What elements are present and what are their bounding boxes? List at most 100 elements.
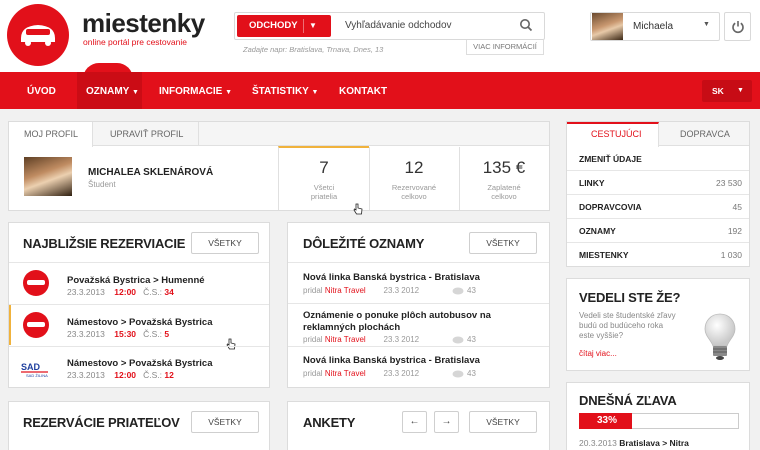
reservation-route: Považská Bystrica > Humenné	[67, 275, 205, 286]
announcement-title-line-2[interactable]: reklamných plochách	[303, 322, 400, 334]
sidebar-row-value: 192	[727, 226, 742, 236]
announcement-author[interactable]: Nitra Travel	[325, 369, 366, 378]
logo-bus-icon[interactable]	[7, 4, 69, 66]
announcement-title-line-1[interactable]: Oznámenie o ponuke plôch autobusov na	[303, 310, 491, 322]
chevron-down-icon: ▼	[311, 89, 319, 96]
sidebar-row-value: 1 030	[720, 250, 742, 260]
reservation-meta: 23.3.2013 12:00 Č.S.: 12	[67, 370, 174, 380]
sidebar-row-label: DOPRAVCOVIA	[579, 202, 642, 212]
bus-icon	[21, 25, 55, 46]
nav-item-label: INFORMACIE	[159, 86, 223, 97]
discount-info[interactable]: 20.3.2013 Bratislava > Nitra	[579, 438, 689, 448]
friends-reservations-all-button[interactable]: VŠETKY	[191, 411, 259, 433]
reservation-route: Námestovo > Považská Bystrica	[67, 358, 213, 369]
comment-icon	[452, 287, 464, 295]
read-more-link[interactable]: čítaj viac...	[579, 349, 617, 358]
seat-label: Č.S.:	[143, 287, 163, 297]
brand-tagline: online portál pre cestovanie	[83, 37, 187, 47]
did-you-know-title: VEDELI STE ŽE?	[579, 290, 681, 305]
announcement-date: 23.3 2012	[383, 369, 420, 378]
announcement-title[interactable]: Nová linka Banská bystrica - Bratislava	[303, 355, 480, 367]
carrier-logo	[23, 312, 49, 338]
list-item[interactable]	[288, 347, 549, 387]
reservation-seat: 34	[164, 287, 174, 297]
did-you-know-text: Vedeli ste študentské zľavy budú od budú…	[579, 311, 676, 341]
profile-photo[interactable]	[24, 157, 72, 196]
active-row-marker	[9, 305, 11, 345]
announcement-date: 23.3 2012	[383, 335, 420, 344]
polls-all-button[interactable]: VŠETKY	[469, 411, 537, 433]
stat-paid-value: 135 €	[482, 158, 526, 177]
tab-my-profile-label: MOJ PROFIL	[24, 129, 79, 139]
tab-edit-profile-label: UPRAVIŤ PROFIL	[110, 129, 184, 139]
sidebar-row-label: MIESTENKY	[579, 250, 629, 260]
reservation-date: 23.3.2013	[67, 329, 105, 339]
sidebar-row-label: LINKY	[579, 178, 605, 188]
announcement-author[interactable]: Nitra Travel	[325, 335, 366, 344]
chevron-down-icon[interactable]: ▼	[703, 21, 710, 28]
chevron-down-icon: ▼	[131, 89, 139, 96]
stat-reserved-value: 12	[404, 158, 424, 177]
search-icon[interactable]	[519, 18, 533, 32]
nav-item-label: ŠTATISTIKY	[252, 86, 309, 97]
tab-passenger-label: CESTUJÚCI	[591, 129, 642, 139]
discount-date: 20.3.2013	[579, 438, 617, 448]
user-name[interactable]: Michaela	[633, 21, 673, 32]
reservation-date: 23.3.2013	[67, 370, 105, 380]
comment-icon	[452, 370, 464, 378]
stat-reserved-label-2: celkovo	[401, 192, 427, 201]
hand-cursor-icon	[353, 203, 363, 215]
announcement-meta: pridal Nitra Travel 23.3 2012	[303, 335, 419, 344]
language-select[interactable]: SK ▼	[702, 80, 752, 102]
nav-item-uvod[interactable]: ÚVOD	[27, 86, 56, 97]
svg-text:SAD: SAD	[21, 362, 41, 372]
stat-friends-label-1: Všetci	[313, 183, 335, 192]
polls-prev-button[interactable]: ←	[402, 411, 427, 433]
polls-next-button[interactable]: →	[434, 411, 459, 433]
announcement-meta: pridal Nitra Travel 23.3 2012	[303, 286, 419, 295]
comment-count: 43	[467, 369, 476, 378]
logout-button[interactable]	[724, 12, 751, 41]
stat-paid-label-1: Zaplatené	[487, 183, 521, 192]
tab-carrier-label: DOPRAVCA	[680, 129, 730, 139]
sidebar-row-value: 23 530	[716, 178, 742, 188]
reservation-route: Námestovo > Považská Bystrica	[67, 317, 213, 328]
added-by-label: pridal	[303, 369, 323, 378]
nav-item-statistiky[interactable]: ŠTATISTIKY ▼	[252, 86, 318, 97]
announcement-author[interactable]: Nitra Travel	[325, 286, 366, 295]
reservation-time: 15:30	[114, 329, 137, 339]
select-divider	[303, 19, 304, 33]
more-info-button[interactable]: VIAC INFORMÁCIÍ	[466, 40, 544, 55]
comment-icon	[452, 336, 464, 344]
did-you-know-line: Vedeli ste študentské zľavy	[579, 311, 676, 320]
stat-paid-label-2: celkovo	[491, 192, 517, 201]
did-you-know-line: este vyššie?	[579, 331, 624, 340]
reservation-seat: 12	[164, 370, 174, 380]
nav-item-informacie[interactable]: INFORMACIE ▼	[159, 86, 232, 97]
carrier-logo: SAD SAD ŽILINA	[20, 361, 50, 379]
carrier-logo-caption: SAD ŽILINA	[26, 373, 48, 378]
announcement-title[interactable]: Nová linka Banská bystrica - Bratislava	[303, 272, 480, 284]
discount-route: Bratislava > Nitra	[619, 438, 689, 448]
reservations-all-button[interactable]: VŠETKY	[191, 232, 259, 254]
seat-label: Č.S.:	[143, 370, 163, 380]
change-data-link[interactable]: ZMENIŤ ÚDAJE	[579, 154, 642, 164]
brand-name[interactable]: miestenky	[82, 8, 205, 39]
chevron-down-icon: ▼	[737, 87, 744, 94]
language-label: SK	[712, 86, 724, 96]
nav-item-label: OZNAMY	[86, 86, 130, 97]
seat-label: Č.S.:	[143, 329, 163, 339]
nav-item-kontakt[interactable]: KONTAKT	[339, 86, 387, 97]
comment-count: 43	[467, 286, 476, 295]
announcements-all-button[interactable]: VŠETKY	[469, 232, 537, 254]
profile-role: Študent	[88, 180, 116, 189]
profile-name: MICHALEA SKLENÁROVÁ	[88, 167, 214, 178]
stat-reserved-label-1: Rezervované	[391, 183, 437, 192]
sidebar-row-value: 45	[732, 202, 742, 212]
nav-item-oznamy[interactable]: OZNAMY ▼	[86, 86, 139, 97]
sidebar-row-label: OZNAMY	[579, 226, 616, 236]
search-input[interactable]: Vyhľadávanie odchodov	[345, 20, 452, 31]
avatar[interactable]	[592, 13, 623, 40]
discount-title: DNEŠNÁ ZĽAVA	[579, 393, 677, 408]
search-type-select[interactable]: ODCHODY ▼	[237, 15, 331, 37]
